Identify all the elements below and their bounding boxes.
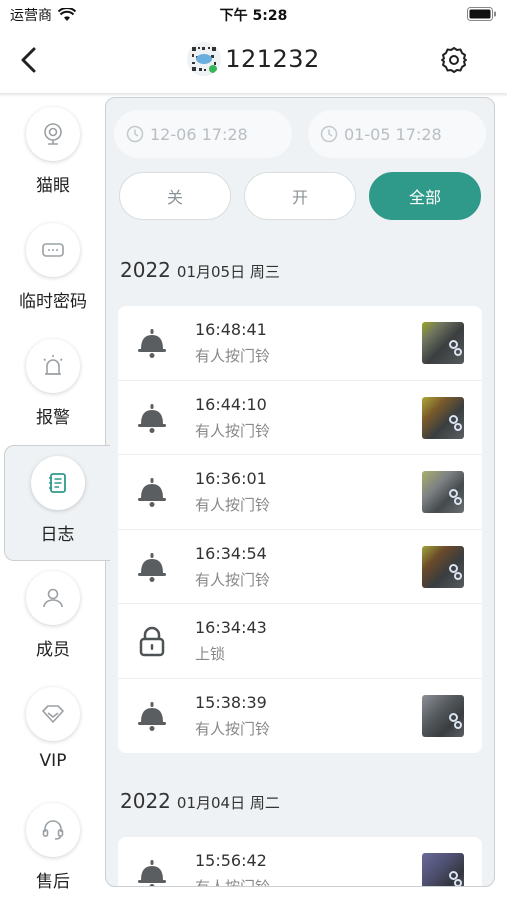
doorbell-icon [138, 860, 166, 886]
headset-icon [42, 820, 64, 840]
nav-title-group: 121232 [0, 42, 507, 76]
device-qr-avatar[interactable] [187, 42, 222, 76]
clock-icon [126, 125, 144, 143]
snapshot-thumbnail[interactable] [422, 694, 464, 737]
snapshot-thumbnail[interactable] [422, 545, 464, 588]
doorbell-icon [138, 552, 166, 582]
log-icon [48, 473, 66, 493]
day-header: 2022 01月04日 周二 [120, 789, 280, 813]
log-row[interactable]: 15:56:42 有人按门铃 [118, 837, 482, 886]
member-icon [43, 588, 63, 608]
log-row[interactable]: 16:48:41 有人按门铃 [118, 306, 482, 381]
snapshot-thumbnail[interactable] [422, 471, 464, 514]
sidebar-item-log[interactable]: 日志 [4, 445, 110, 561]
log-row[interactable]: 16:36:01 有人按门铃 [118, 455, 482, 530]
qr-code-icon [192, 47, 218, 73]
clock: 下午 5:28 [219, 8, 288, 24]
sidebar: 猫眼 临时密码 报警 日志 成员 VIP 售后 [0, 97, 110, 903]
doorbell-icon [138, 478, 166, 508]
day-header: 2022 01月05日 周三 [120, 258, 280, 282]
snapshot-thumbnail[interactable] [422, 396, 464, 439]
status-bar: 运营商 下午 5:28 [0, 0, 507, 28]
filter-on-button[interactable]: 开 [244, 172, 356, 220]
clock-icon [320, 125, 338, 143]
diamond-icon [42, 705, 64, 723]
log-row[interactable]: 16:34:43 上锁 [118, 604, 482, 679]
sidebar-item-alarm[interactable]: 报警 [0, 329, 106, 439]
sidebar-item-vip[interactable]: VIP [0, 677, 106, 787]
sidebar-item-temp-password[interactable]: 临时密码 [0, 213, 106, 323]
camera-icon [44, 123, 62, 145]
filter-all-button[interactable]: 全部 [369, 172, 481, 220]
page-title: 121232 [225, 45, 320, 73]
log-row[interactable]: 15:38:39 有人按门铃 [118, 679, 482, 753]
sidebar-item-members[interactable]: 成员 [0, 561, 106, 671]
day-log-card: 15:56:42 有人按门铃 [118, 837, 482, 886]
sidebar-item-after-sales[interactable]: 售后 [0, 793, 106, 903]
doorbell-icon [138, 403, 166, 433]
snapshot-thumbnail[interactable] [422, 853, 464, 886]
filter-off-button[interactable]: 关 [119, 172, 231, 220]
doorbell-icon [138, 701, 166, 731]
log-panel: 12-06 17:28 01-05 17:28 关 开 全部 2022 01月0… [105, 97, 495, 887]
end-date-picker[interactable]: 01-05 17:28 [308, 110, 486, 158]
snapshot-thumbnail[interactable] [422, 322, 464, 364]
log-row[interactable]: 16:34:54 有人按门铃 [118, 530, 482, 605]
settings-button[interactable] [439, 45, 469, 75]
password-icon [42, 243, 64, 257]
sidebar-item-peephole[interactable]: 猫眼 [0, 97, 106, 207]
alarm-icon [43, 355, 63, 375]
lock-icon [139, 627, 165, 657]
doorbell-icon [138, 329, 166, 358]
nav-bar: 121232 [0, 28, 507, 94]
day-log-card: 16:48:41 有人按门铃 16:44:10 有人按门铃 16:36:01 有… [118, 306, 482, 753]
start-date-picker[interactable]: 12-06 17:28 [114, 110, 292, 158]
battery-icon [467, 6, 497, 25]
log-row[interactable]: 16:44:10 有人按门铃 [118, 381, 482, 456]
gear-icon [441, 47, 467, 73]
